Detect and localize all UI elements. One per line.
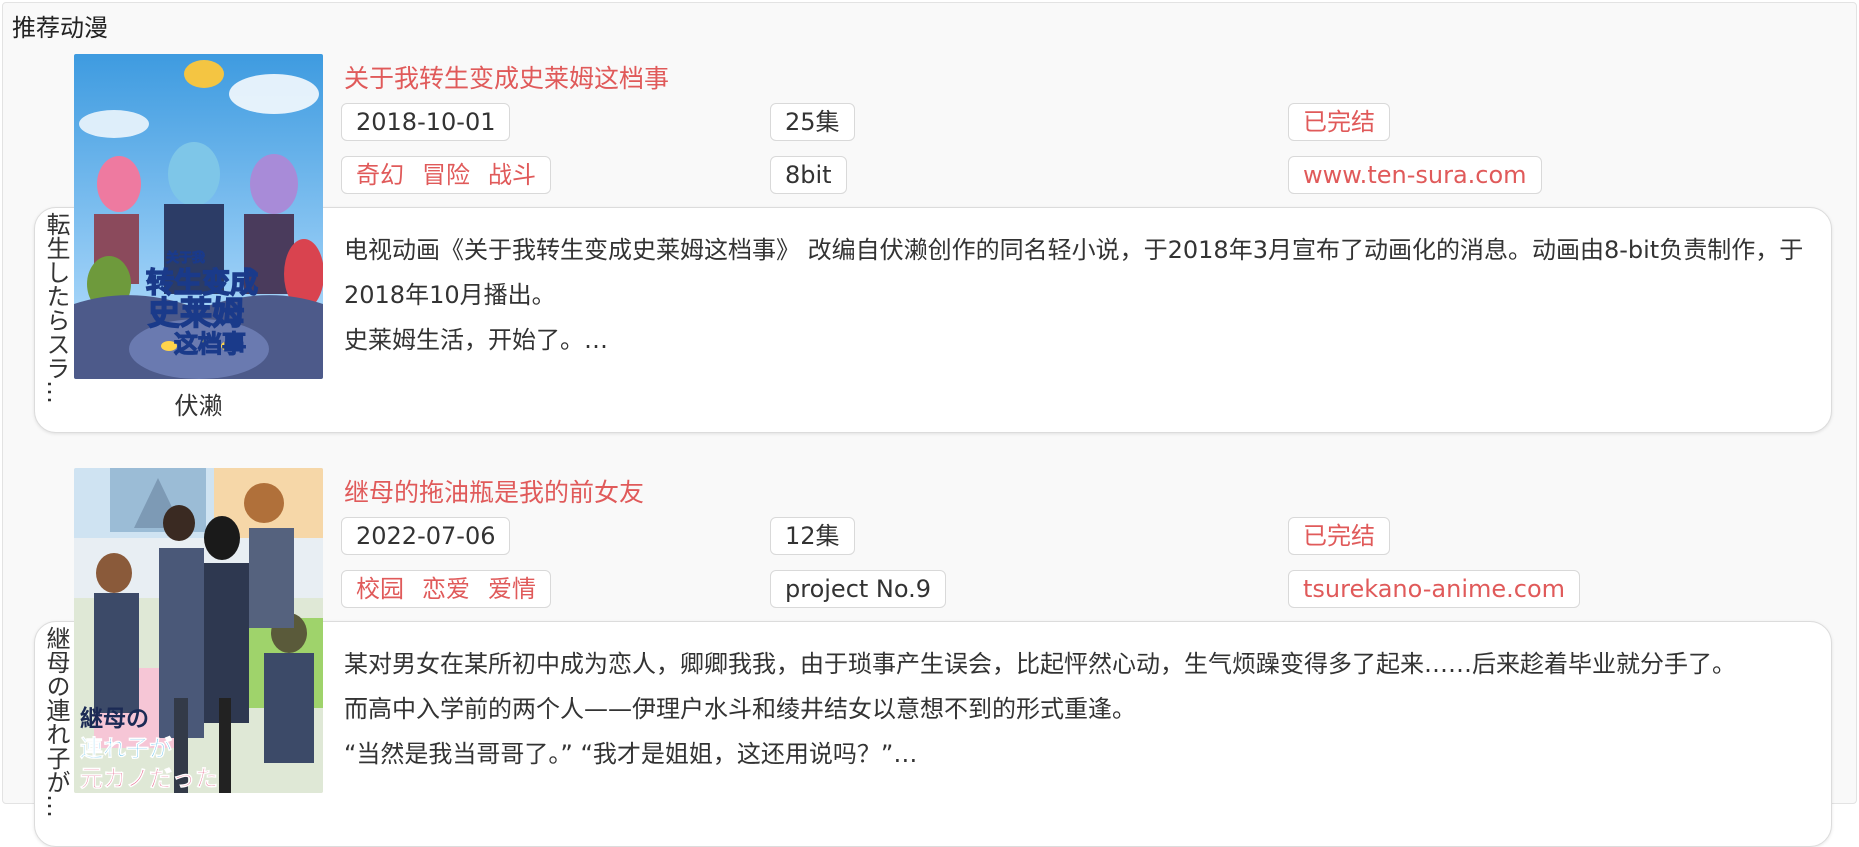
svg-text:連れ子が: 連れ子が: [80, 735, 172, 762]
description-paragraph: 而高中入学前的两个人——伊理户水斗和绫井结女以意想不到的形式重逢。: [344, 695, 1136, 723]
air-date-tag: 2022-07-06: [341, 517, 511, 555]
status-tag: 已完结: [1288, 517, 1390, 555]
anime-card[interactable]: 継母の連れ子が… 継母の 連れ子が 元カノだった 继母的拖油瓶是我的前女友 20…: [0, 0, 1859, 847]
description-paragraph: 某对男女在某所初中成为恋人，卿卿我我，由于琐事产生误会，比起怦然心动，生气烦躁变…: [344, 650, 1736, 678]
svg-text:継母の: 継母の: [80, 705, 149, 732]
genre-tag[interactable]: 恋爱: [422, 575, 470, 603]
cover-art: 継母の 連れ子が 元カノだった: [74, 468, 323, 793]
website-link[interactable]: tsurekano-anime.com: [1288, 570, 1581, 608]
studio-tag: project No.9: [770, 570, 947, 608]
genre-tag[interactable]: 爱情: [488, 575, 536, 603]
genre-tags: 校园 恋爱 爱情: [341, 570, 551, 608]
episode-count-tag: 12集: [770, 517, 855, 555]
cover-image[interactable]: 継母の 連れ子が 元カノだった: [74, 468, 323, 793]
genre-tag[interactable]: 校园: [356, 575, 404, 603]
anime-title-link[interactable]: 继母的拖油瓶是我的前女友: [344, 473, 644, 509]
anime-description: 某对男女在某所初中成为恋人，卿卿我我，由于琐事产生误会，比起怦然心动，生气烦躁变…: [344, 642, 1804, 777]
svg-text:元カノだった: 元カノだった: [80, 766, 218, 792]
japanese-title: 継母の連れ子が…: [42, 626, 70, 818]
description-paragraph: “当然是我当哥哥了。” “我才是姐姐，这还用说吗？”…: [344, 740, 918, 768]
